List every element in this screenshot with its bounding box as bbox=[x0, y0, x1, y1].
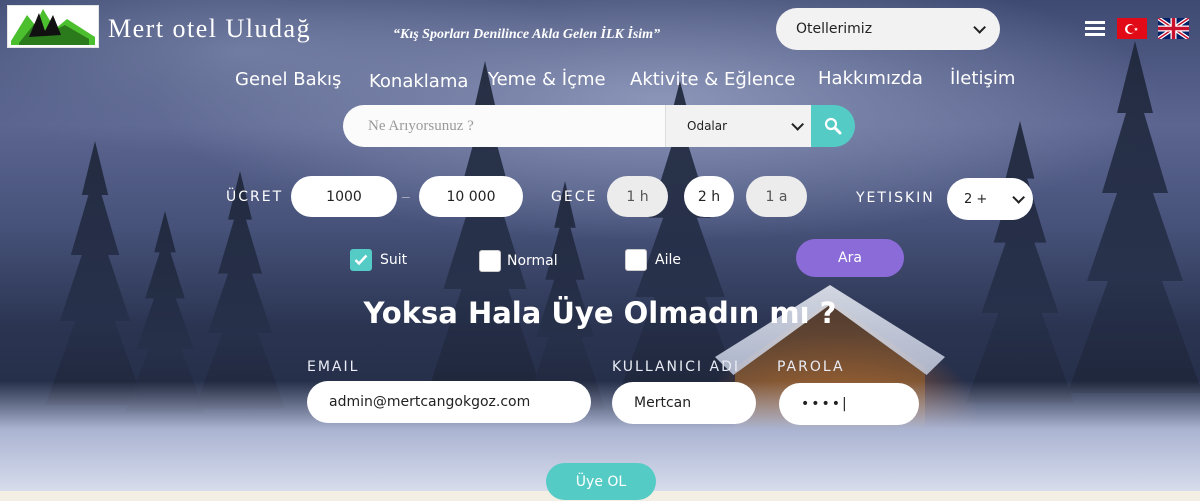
room-type-label: Aile bbox=[655, 252, 681, 268]
adult-count-value: 2 + bbox=[964, 191, 988, 207]
signup-headline: Yoksa Hala Üye Olmadın mı ? bbox=[363, 296, 837, 330]
search-category-value: Odalar bbox=[687, 119, 728, 133]
hotels-dropdown[interactable]: Otellerimiz bbox=[776, 8, 1000, 50]
night-option-1h[interactable]: 1 h bbox=[607, 176, 668, 217]
mountain-logo-icon bbox=[11, 8, 95, 45]
search-category-select[interactable]: Odalar bbox=[665, 105, 812, 147]
nav-genel-bakis[interactable]: Genel Bakış bbox=[235, 69, 341, 90]
search-input[interactable] bbox=[343, 105, 665, 147]
price-label: ÜCRET bbox=[226, 189, 284, 205]
search-submit-button[interactable]: Ara bbox=[796, 239, 904, 277]
search-button[interactable] bbox=[811, 105, 855, 147]
adult-count-select[interactable]: 2 + bbox=[947, 178, 1033, 220]
email-field[interactable]: admin@mertcangokgoz.com bbox=[307, 381, 591, 423]
nav-hakkimizda[interactable]: Hakkımızda bbox=[818, 68, 923, 89]
nav-aktivite-eglence[interactable]: Aktivite & Eğlence bbox=[630, 69, 795, 90]
price-max-input[interactable]: 10 000 bbox=[419, 176, 523, 217]
uk-flag-icon[interactable] bbox=[1158, 18, 1189, 39]
nav-yeme-icme[interactable]: Yeme & İçme bbox=[488, 69, 606, 90]
password-field[interactable]: ••••| bbox=[779, 383, 919, 425]
room-type-suit[interactable]: Suit bbox=[350, 249, 407, 271]
chevron-down-icon bbox=[1012, 190, 1025, 204]
hamburger-menu-icon[interactable] bbox=[1085, 21, 1105, 36]
turkish-flag-icon[interactable] bbox=[1117, 18, 1147, 39]
email-label: EMAIL bbox=[307, 359, 360, 375]
checkbox-checked[interactable] bbox=[350, 249, 372, 271]
brand-name[interactable]: Mert otel Uludağ bbox=[108, 14, 311, 44]
adult-label: YETISKIN bbox=[856, 190, 935, 206]
room-type-aile[interactable]: Aile bbox=[625, 249, 681, 271]
register-button[interactable]: Üye OL bbox=[546, 463, 656, 500]
night-label: GECE bbox=[551, 189, 598, 205]
night-option-1a[interactable]: 1 a bbox=[746, 176, 807, 217]
price-min-input[interactable]: 1000 bbox=[291, 176, 397, 217]
username-label: KULLANICI ADI bbox=[612, 359, 740, 375]
username-field[interactable]: Mertcan bbox=[612, 382, 756, 424]
nav-konaklama[interactable]: Konaklama bbox=[369, 71, 468, 92]
room-type-normal[interactable]: Normal bbox=[479, 250, 558, 272]
checkbox-unchecked[interactable] bbox=[625, 249, 647, 271]
search-bar: Odalar bbox=[343, 105, 855, 147]
hotel-logo[interactable] bbox=[7, 5, 99, 48]
room-type-label: Suit bbox=[380, 252, 408, 268]
check-icon bbox=[354, 254, 368, 266]
slogan: “Kış Sporları Denilince Akla Gelen İLK İ… bbox=[393, 27, 661, 42]
hotels-dropdown-value: Otellerimiz bbox=[796, 21, 873, 37]
night-option-2h[interactable]: 2 h bbox=[684, 176, 734, 217]
nav-iletisim[interactable]: İletişim bbox=[950, 68, 1015, 89]
room-type-label: Normal bbox=[507, 253, 558, 269]
chevron-down-icon bbox=[973, 20, 986, 34]
range-dash: – bbox=[402, 188, 410, 204]
password-label: PAROLA bbox=[777, 359, 845, 375]
chevron-down-icon bbox=[791, 117, 804, 131]
search-icon bbox=[824, 117, 842, 135]
checkbox-unchecked[interactable] bbox=[479, 250, 501, 272]
